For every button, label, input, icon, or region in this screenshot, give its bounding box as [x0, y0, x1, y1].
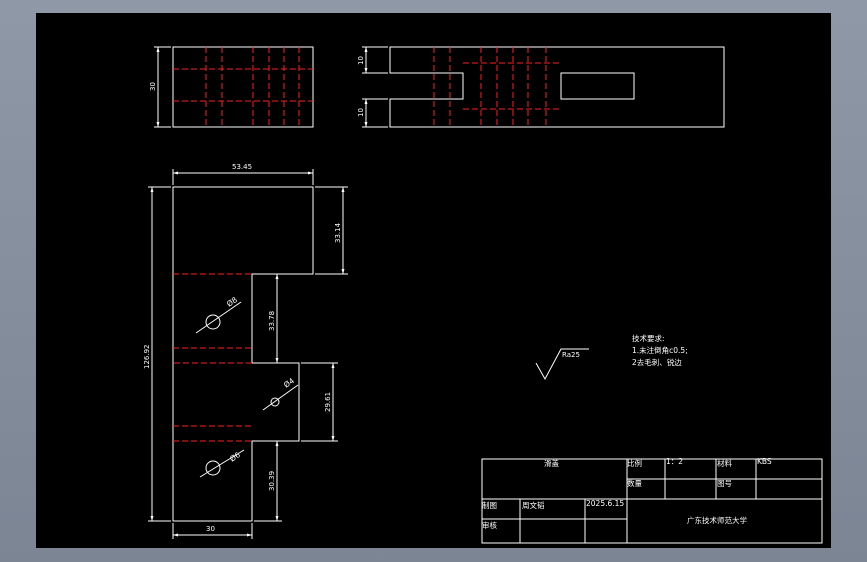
dim-bottom-step: 30.39 — [268, 471, 276, 491]
material-label: 材料 — [717, 458, 732, 468]
tech-req-line1: 1.未注倒角c0.5; — [632, 345, 688, 355]
drawing-no-label: 图号 — [717, 479, 732, 488]
dim-upper-step: 33.14 — [334, 222, 342, 243]
scale-label: 比例 — [627, 458, 642, 468]
roughness-label: Ra25 — [562, 351, 580, 359]
dim-lower-step: 29.61 — [324, 392, 332, 412]
tech-requirements: 技术要求: 1.未注倒角c0.5; 2去毛刺、锐边 — [632, 333, 688, 367]
top-view-right: 10 10 — [357, 46, 725, 128]
review-label: 审核 — [482, 520, 497, 530]
hole-label-1: Ø8 — [225, 295, 239, 309]
material-value: KBS — [757, 457, 772, 466]
title-block: 滑盖 比例 1：2 材料 KBS 数量 图号 制图 周文韬 2025.6.15 … — [481, 457, 823, 544]
dim-top-right-2: 10 — [357, 108, 365, 117]
roughness-symbol: Ra25 — [535, 348, 589, 381]
qty-label: 数量 — [627, 478, 642, 488]
front-view: Ø8 Ø4 Ø6 53.45 126.92 33.14 33.78 29.61 … — [143, 163, 348, 539]
tech-req-title: 技术要求: — [632, 333, 665, 343]
drawn-name: 周文韬 — [522, 500, 545, 510]
tech-req-line2: 2去毛刺、锐边 — [632, 357, 682, 367]
dim-bottom-width: 30 — [206, 525, 215, 533]
drawn-label: 制图 — [482, 500, 497, 510]
cad-drawing: 30 10 10 Ø8 Ø4 Ø6 53.45 126.92 33.14 33.… — [143, 46, 823, 544]
top-view-left: 30 — [149, 46, 314, 128]
school-name: 广东技术师范大学 — [687, 515, 747, 525]
scale-value: 1：2 — [666, 457, 683, 466]
drawn-date: 2025.6.15 — [586, 499, 624, 508]
dim-mid-step: 33.78 — [268, 311, 276, 331]
dim-top-right-1: 10 — [357, 56, 365, 65]
dim-top-width: 53.45 — [232, 163, 252, 171]
dim-height-left: 30 — [149, 82, 157, 91]
drawing-canvas: 30 10 10 Ø8 Ø4 Ø6 53.45 126.92 33.14 33.… — [36, 13, 831, 548]
dim-total-height: 126.92 — [143, 345, 151, 370]
part-name: 滑盖 — [544, 458, 559, 468]
